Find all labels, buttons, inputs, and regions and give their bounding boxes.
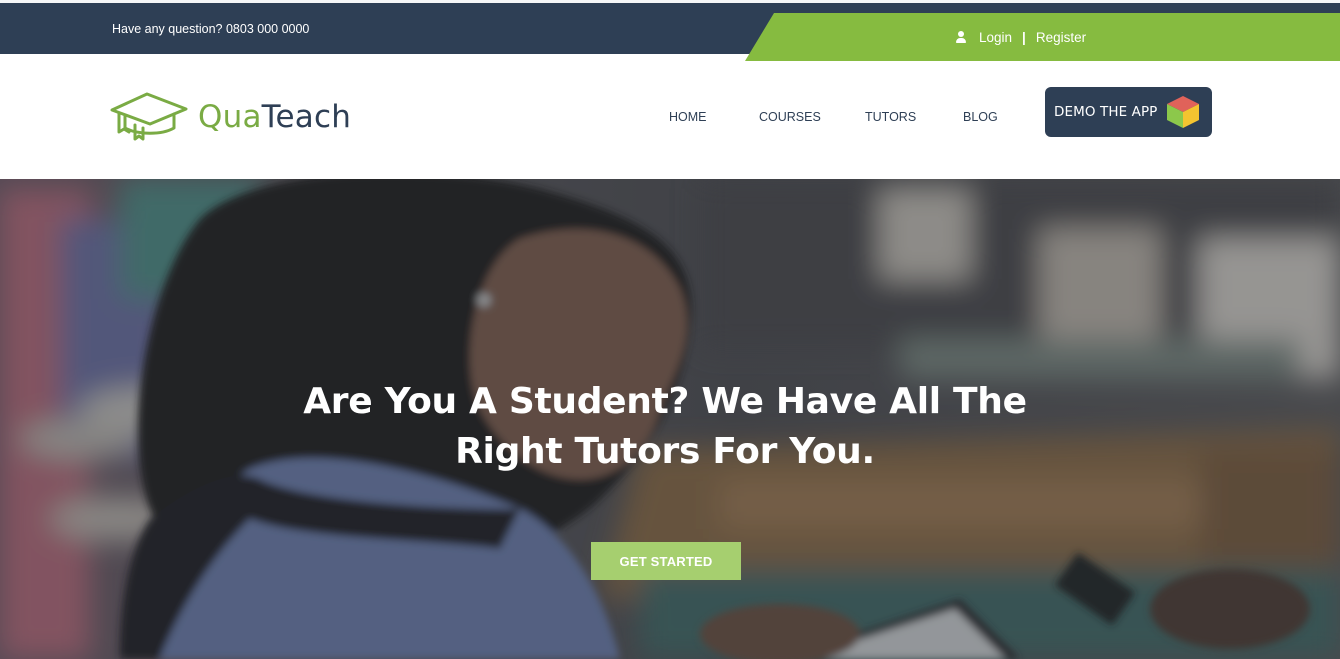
nav-home[interactable]: HOME xyxy=(669,110,759,124)
login-link[interactable]: Login xyxy=(979,30,1012,45)
auth-bar: Login | Register xyxy=(745,13,1340,61)
logo-qua: Qua xyxy=(198,99,262,135)
nav-courses[interactable]: COURSES xyxy=(759,110,865,124)
logo-teach: Teach xyxy=(261,99,352,135)
hero-section: Are You A Student? We Have All The Right… xyxy=(0,179,1340,659)
top-strip xyxy=(0,0,1340,3)
register-link[interactable]: Register xyxy=(1036,30,1086,45)
logo-text: QuaTeach xyxy=(198,99,351,135)
nav-blog[interactable]: BLOG xyxy=(963,110,1003,124)
demo-app-button[interactable]: DEMO THE APP xyxy=(1045,87,1212,137)
auth-links: Login | Register xyxy=(955,13,1086,61)
hero-title-line2: Right Tutors For You. xyxy=(455,431,875,472)
hero-title: Are You A Student? We Have All The Right… xyxy=(270,377,1060,477)
get-started-button[interactable]: GET STARTED xyxy=(591,542,741,580)
demo-app-label: DEMO THE APP xyxy=(1054,104,1158,120)
contact-question: Have any question? 0803 000 0000 xyxy=(112,22,310,36)
site-logo[interactable]: QuaTeach xyxy=(110,91,351,143)
hero-title-line1: Are You A Student? We Have All The xyxy=(303,381,1027,422)
graduation-cap-icon xyxy=(110,92,188,141)
cube-icon xyxy=(1167,96,1199,128)
main-nav: HOME COURSES TUTORS BLOG xyxy=(669,110,1003,124)
auth-separator: | xyxy=(1022,29,1026,45)
site-header: QuaTeach HOME COURSES TUTORS BLOG DEMO T… xyxy=(0,61,1340,179)
user-icon xyxy=(955,31,967,43)
page: Have any question? 0803 000 0000 Login |… xyxy=(0,0,1340,659)
nav-tutors[interactable]: TUTORS xyxy=(865,110,963,124)
